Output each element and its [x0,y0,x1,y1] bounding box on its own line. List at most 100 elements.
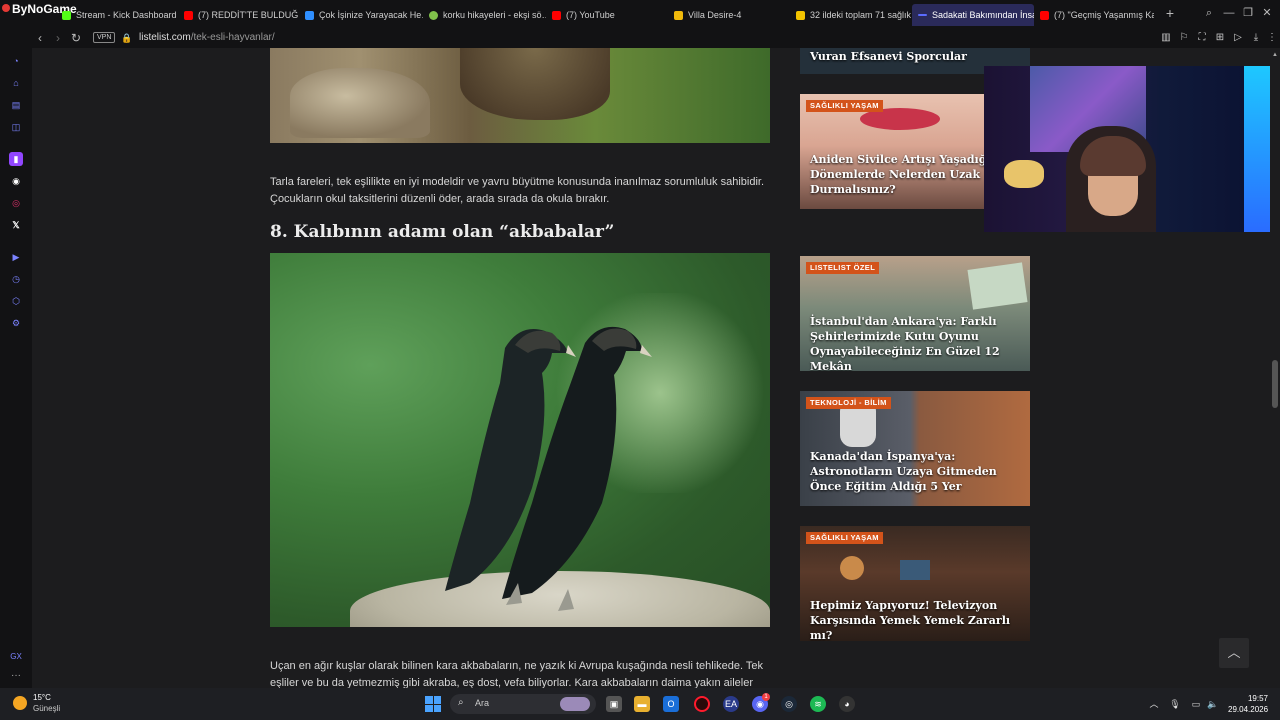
player-icon[interactable]: ▤ [9,98,23,112]
tab-youtube-gecmis[interactable]: (7) "Geçmiş Yaşanmış Ka… [1034,4,1154,26]
tab-bar: ByNoGame Stream - Kick Dashboard (7) RED… [0,0,1280,28]
tray-expand-icon[interactable]: ︿ [1147,697,1161,711]
rock-shape [290,68,430,138]
listelist-icon [918,14,927,16]
music-player-icon[interactable]: ▶ [9,250,23,264]
card-title: İstanbul'dan Ankara'ya: Farklı Şehirleri… [810,315,1000,371]
more-icon[interactable]: ··· [8,670,24,681]
snapshot-icon[interactable]: ⛶ [1195,30,1209,46]
history-icon[interactable]: ◷ [9,272,23,286]
settings-icon[interactable]: ⚙ [9,316,23,330]
kick-icon [62,10,71,20]
scrollbar-thumb[interactable] [1272,360,1278,408]
messenger-icon[interactable]: ◫ [9,120,23,134]
board-game-box [967,262,1028,310]
ea-app-icon[interactable]: EA [723,696,739,712]
tab-listelist[interactable]: Çok İşinize Yarayacak He… [299,4,423,26]
taskbar-search[interactable]: ⌕ Ara [450,694,596,714]
x-twitter-icon[interactable]: 𝕏 [9,218,23,232]
url-field[interactable]: listelist.com/tek-esli-hayvanlar/ [139,30,275,46]
volume-icon[interactable]: 🔈 [1206,697,1220,711]
listelist-icon [305,10,314,20]
back-icon[interactable]: ‹ [32,30,48,46]
animal-shape [460,48,610,120]
article-heading: 8. Kalıbının adamı olan “akbabalar” [270,222,615,242]
back-to-top-button[interactable]: ︿ [1219,638,1249,668]
doc-icon [674,10,683,20]
tab-youtube-reddit[interactable]: (7) REDDİT'TE BULDUĞ… [178,4,299,26]
tab-label: Stream - Kick Dashboard [76,10,177,20]
article-paragraph: Tarla fareleri, tek eşlilikte en iyi mod… [270,176,765,205]
tab-label: Sadakati Bakımından İnsan… [932,10,1034,20]
time: 19:57 [1247,694,1268,703]
weather-desc[interactable]: Güneşli [33,704,60,713]
notification-badge: 1 [762,693,770,701]
microphone-icon[interactable]: 🎙 [1168,697,1182,711]
gx-label: GX [10,652,22,661]
twitch-icon[interactable]: ▮ [9,152,23,166]
vpn-badge[interactable]: VPN [93,32,116,43]
task-view-icon[interactable]: ▣ [606,696,622,712]
search-icon: ⌕ [458,697,464,708]
related-card[interactable]: LISTELIST ÖZEL İstanbul'dan Ankara'ya: F… [800,256,1030,371]
tab-youtube[interactable]: (7) YouTube [546,4,668,26]
extensions-icon[interactable]: ⊞ [1213,30,1227,46]
tab-sadakati[interactable]: Sadakati Bakımından İnsan… [912,4,1034,26]
vultures-illustration [445,326,652,611]
search-placeholder: Ara [475,698,490,708]
play-icon[interactable]: ▷ [1231,30,1245,46]
obs-icon[interactable]: ◕ [839,696,855,712]
extensions-sidebar-icon[interactable]: ⬡ [9,294,23,308]
card-title: Hepimiz Yapıyoruz! Televizyon Karşısında… [810,599,1011,641]
maximize-icon[interactable]: ❐ [1241,6,1255,20]
scrollbar[interactable]: ▲ [1270,48,1280,688]
youtube-icon [1040,10,1049,20]
outlook-icon[interactable]: O [663,696,679,712]
network-icon[interactable]: ▭ [1189,697,1203,711]
bookmark-icon[interactable]: ⚐ [1177,30,1191,46]
tabs: Stream - Kick Dashboard (7) REDDİT'TE BU… [56,4,1154,26]
instagram-icon[interactable]: ◎ [9,196,23,210]
file-explorer-icon[interactable]: ▬ [634,696,650,712]
close-icon[interactable]: ✕ [1260,6,1274,20]
card-title: Kanada'dan İspanya'ya: Astronotların Uza… [810,450,997,493]
new-tab-button[interactable]: + [1163,6,1177,20]
opera-gx-icon[interactable] [694,696,710,712]
forward-icon[interactable]: › [50,30,66,46]
related-card[interactable]: TEKNOLOJİ - BİLİM Kanada'dan İspanya'ya:… [800,391,1030,506]
category-tag[interactable]: TEKNOLOJİ - BİLİM [806,397,891,409]
search-tabs-icon[interactable]: ⌕ [1202,6,1216,20]
category-tag[interactable]: SAĞLIKLI YAŞAM [806,532,883,544]
start-button[interactable] [425,696,441,712]
gx-cleaner-icon[interactable]: ⌂ [9,76,23,90]
category-tag[interactable]: SAĞLIKLI YAŞAM [806,100,883,112]
tab-label: Villa Desire-4 [688,10,742,20]
download-icon[interactable]: ⤓ [1249,30,1263,46]
scroll-up-icon[interactable]: ▲ [1272,52,1278,58]
minimize-icon[interactable]: — [1222,6,1236,20]
clock[interactable]: 19:57 29.04.2026 [1228,693,1268,715]
tab-eksi[interactable]: korku hikayeleri - ekşi sö… [423,4,546,26]
menu-icon[interactable]: ⋮ [1265,30,1279,46]
tab-label: (7) YouTube [566,10,615,20]
sun-icon[interactable] [13,696,27,710]
gx-control-icon[interactable]: ◔ [9,54,23,68]
tab-saglik[interactable]: 32 ildeki toplam 71 sağlık… [790,4,912,26]
url-path: /tek-esli-hayvanlar/ [190,32,275,43]
tab-kick[interactable]: Stream - Kick Dashboard [56,4,178,26]
steam-icon[interactable]: ◎ [781,696,797,712]
news-icon [796,10,805,20]
split-view-icon[interactable]: ▥ [1159,30,1173,46]
reload-icon[interactable]: ↻ [68,30,84,46]
related-card[interactable]: SAĞLIKLI YAŞAM Hepimiz Yapıyoruz! Televi… [800,526,1030,641]
url-host: listelist.com [139,32,191,43]
address-bar: ‹ › ↻ VPN 🔒 listelist.com/tek-esli-hayva… [0,28,1280,48]
tab-villa-desire[interactable]: Villa Desire-4 [668,4,790,26]
search-highlight-icon [560,697,590,711]
discord-icon[interactable]: ◉ [9,174,23,188]
lock-icon[interactable]: 🔒 [121,31,132,45]
spotify-icon[interactable]: ≋ [810,696,826,712]
youtube-icon [552,10,561,20]
category-tag[interactable]: LISTELIST ÖZEL [806,262,880,274]
weather-temp[interactable]: 15°C [33,693,51,702]
